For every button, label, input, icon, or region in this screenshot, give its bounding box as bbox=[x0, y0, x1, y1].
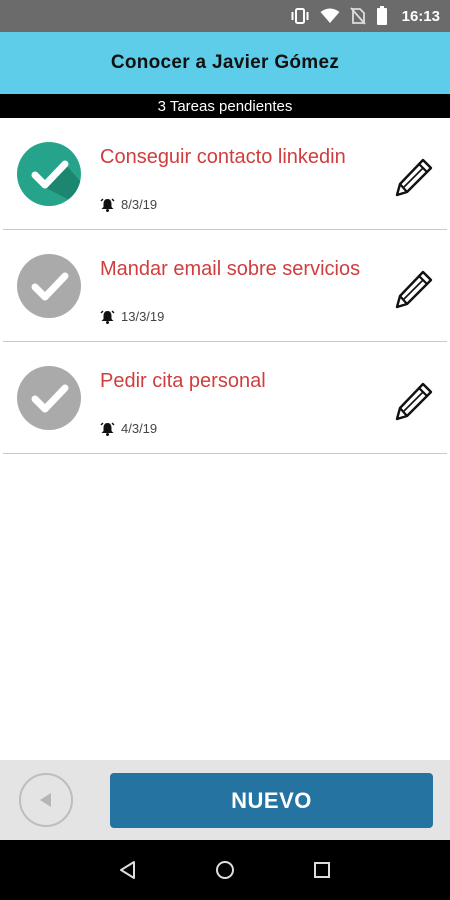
nav-back-icon[interactable] bbox=[117, 859, 139, 881]
task-title: Pedir cita personal bbox=[100, 370, 266, 392]
edit-pencil-icon[interactable] bbox=[393, 156, 435, 198]
task-date: 8/3/19 bbox=[121, 197, 158, 212]
task-date: 4/3/19 bbox=[121, 421, 158, 436]
new-task-button-label: NUEVO bbox=[231, 787, 312, 813]
back-button[interactable] bbox=[19, 773, 73, 827]
task-check-button[interactable] bbox=[17, 142, 81, 206]
alarm-bell-icon bbox=[100, 198, 115, 212]
task-item[interactable]: Mandar email sobre servicios 13/3/19 bbox=[3, 230, 447, 342]
status-time: 16:13 bbox=[401, 7, 440, 25]
nav-home-icon[interactable] bbox=[214, 859, 236, 881]
status-bar: 16:13 bbox=[0, 0, 450, 32]
checkmark-icon bbox=[31, 160, 81, 206]
task-title: Conseguir contacto linkedin bbox=[100, 146, 346, 168]
task-reminder: 13/3/19 bbox=[100, 309, 164, 324]
alarm-bell-icon bbox=[100, 422, 115, 436]
nav-recents-icon[interactable] bbox=[311, 859, 333, 881]
task-item[interactable]: Pedir cita personal 4/3/19 bbox=[3, 342, 447, 454]
task-check-button[interactable] bbox=[17, 366, 81, 430]
system-nav-bar bbox=[0, 840, 450, 900]
task-check-button[interactable] bbox=[17, 254, 81, 318]
edit-pencil-icon[interactable] bbox=[393, 268, 435, 310]
vibrate-icon bbox=[290, 7, 310, 25]
battery-icon bbox=[376, 6, 388, 26]
no-sim-icon bbox=[349, 7, 366, 25]
page-title: Conocer a Javier Gómez bbox=[110, 52, 340, 73]
new-task-button[interactable]: NUEVO bbox=[110, 773, 433, 828]
wifi-icon bbox=[320, 8, 340, 24]
checkmark-icon bbox=[31, 384, 69, 413]
back-arrow-icon bbox=[40, 793, 51, 807]
edit-pencil-icon[interactable] bbox=[393, 380, 435, 422]
task-reminder: 8/3/19 bbox=[100, 197, 157, 212]
task-title: Mandar email sobre servicios bbox=[100, 258, 361, 280]
bottom-action-bar: NUEVO bbox=[0, 760, 450, 840]
pending-count-bar: 3 Tareas pendientes bbox=[0, 94, 450, 118]
task-item[interactable]: Conseguir contacto linkedin 8/3/19 bbox=[3, 118, 447, 230]
checkmark-icon bbox=[31, 272, 69, 301]
pending-count: 3 Tareas pendientes bbox=[157, 97, 293, 115]
app-header: Conocer a Javier Gómez bbox=[0, 32, 450, 94]
alarm-bell-icon bbox=[100, 310, 115, 324]
task-list: Conseguir contacto linkedin 8/3/19 Manda… bbox=[0, 118, 450, 454]
task-reminder: 4/3/19 bbox=[100, 421, 157, 436]
task-date: 13/3/19 bbox=[121, 309, 165, 324]
